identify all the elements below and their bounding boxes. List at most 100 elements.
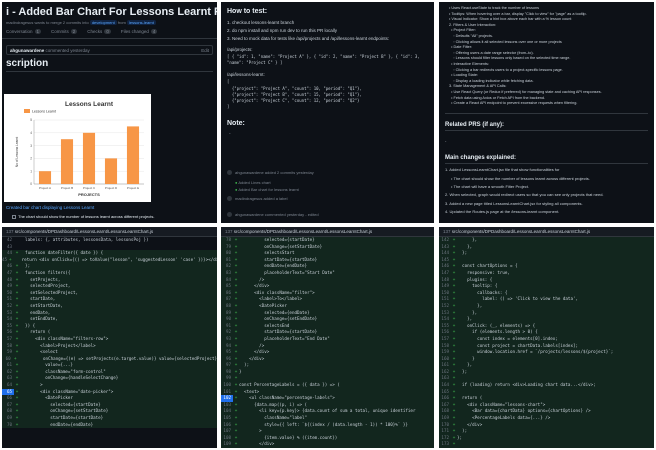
diff-line[interactable]: 172 +}; [439,434,654,442]
line-number[interactable]: 102 [221,395,233,402]
line-number[interactable]: 160 [439,356,451,363]
diff-line[interactable]: 109 + </div> [221,441,434,448]
diff-line[interactable]: 58 + <label>Project</label> [2,342,217,350]
diff-line[interactable]: 59 + <select [2,349,217,356]
line-number[interactable]: 144 [439,250,451,257]
diff-line[interactable]: 55 + }) { [2,322,217,330]
line-number[interactable]: 65 [2,388,14,396]
diff-line[interactable]: 100 + const PercentageLabels = ({ data }) … [221,382,434,389]
head-branch[interactable]: lessons-learnt [126,20,156,25]
diff-line[interactable]: 82 + endDate={endDate} [221,263,434,270]
line-number[interactable]: 169 [439,415,451,422]
line-number[interactable]: 42 [2,237,14,244]
tab-checks[interactable]: Checks 0 [87,29,111,34]
diff-line[interactable]: 155 + onClick: (_, elements) => { [439,322,654,330]
line-number[interactable]: 60 [2,356,13,363]
diff-line[interactable]: 165 + [439,388,654,396]
diff-line[interactable]: 89 + selected={endDate} [221,309,434,317]
line-number[interactable]: 153 [439,310,451,317]
diff-line[interactable]: 96 + </div> [221,355,434,363]
file-path[interactable]: src/components/DPDashboard/LessonsLearnt… [15,229,153,234]
diff-line[interactable]: 164 + if (loading) return <div>Loading ch… [439,382,654,389]
diff-line[interactable]: 142 + }, [439,237,654,244]
diff-line[interactable]: 99 + [221,375,434,383]
line-number[interactable]: 80 [221,250,233,257]
line-number[interactable]: 50 [2,290,14,297]
line-number[interactable]: 161 [439,362,451,369]
diff-line[interactable]: 149 + tooltip: { [439,283,654,290]
line-number[interactable]: 68 [2,408,14,415]
line-number[interactable]: 95 [221,349,233,356]
diff-line[interactable]: 101 + <text> [221,388,434,396]
timeline-commit-1[interactable]: ● Added Lines chart [235,180,434,185]
diff-line[interactable]: 147 + responsive: true, [439,269,654,277]
line-number[interactable]: 98 [221,369,233,376]
file-header[interactable]: 137 src/components/DPDashboard/LessonsLe… [2,227,217,237]
file-header[interactable]: 137 src/components/DPDashboard/LessonsLe… [221,227,434,237]
line-number[interactable]: 85 [221,283,233,290]
diff-line[interactable]: 169 + <PercentageLabels data={...} /> [439,415,654,422]
line-number[interactable]: 83 [221,270,233,277]
tab-commits[interactable]: Commits 2 [51,29,78,34]
line-number[interactable]: 90 [221,316,233,323]
line-number[interactable]: 172 [439,435,451,442]
line-number[interactable]: 87 [221,296,233,303]
diff-line[interactable]: 160 + } [439,355,654,363]
diff-line[interactable]: 150 + callbacks: { [439,289,654,297]
line-number[interactable]: 62 [2,369,14,376]
base-branch[interactable]: development [89,20,117,25]
diff-line[interactable]: 158 + const project = chartData.labels[in… [439,342,654,350]
diff-line[interactable]: 167 + <div className="lessons-chart"> [439,401,654,409]
line-number[interactable]: 67 [2,402,14,409]
avatar[interactable] [227,212,232,218]
diff-line[interactable]: 61 + value={...} [2,362,217,369]
line-number[interactable]: 48 [2,277,14,284]
line-number[interactable]: 55 [2,323,14,330]
line-number[interactable]: 103 [221,402,233,409]
avatar[interactable] [227,170,232,176]
diff-line[interactable]: 104 + <li key={p.key}> {data.count of sum… [221,408,434,416]
tab-files-changed[interactable]: Files changed 4 [121,29,158,34]
line-number[interactable]: 97 [221,362,233,369]
line-number[interactable]: 43 [2,244,14,251]
diff-line[interactable]: 102 + <ul className="percentage-labels"> [221,395,434,402]
line-number[interactable]: 46 [2,263,14,270]
line-number[interactable]: 168 [439,408,451,415]
line-number[interactable]: 145 [439,257,451,264]
diff-line[interactable]: 91 + selectsEnd [221,322,434,330]
line-number[interactable]: 163 [439,375,451,382]
diff-line[interactable]: 85 + </div> [221,283,434,290]
diff-line[interactable]: 105 + className="label" [221,415,434,422]
line-number[interactable]: 150 [439,290,451,297]
line-number[interactable]: 49 [2,283,14,290]
line-number[interactable]: 173 [439,441,451,448]
diff-line[interactable]: 163 + [439,375,654,383]
diff-line[interactable]: 171 + ); [439,428,654,435]
diff-line[interactable]: 68 + onChange={setStartDate} [2,408,217,416]
line-number[interactable]: 155 [439,323,451,330]
line-number[interactable]: 157 [439,336,451,343]
diff-line[interactable]: 62 + className="form-control" [2,368,217,376]
line-number[interactable]: 45 [2,257,9,264]
line-number[interactable]: 104 [221,408,233,415]
line-number[interactable]: 81 [221,257,233,264]
line-number[interactable]: 167 [439,402,451,409]
line-number[interactable]: 109 [221,441,233,448]
commit-1-message[interactable]: Added Lines chart [238,180,270,185]
diff-line[interactable]: 56 + return ( [2,329,217,336]
diff-line[interactable]: 145 + [439,256,654,264]
line-number[interactable]: 63 [2,375,14,382]
diff-line[interactable]: 43 [2,244,217,251]
diff-line[interactable]: 54 + setEndDate, [2,316,217,323]
diff-line[interactable]: 84 + /> [221,276,434,284]
line-number[interactable]: 56 [2,329,14,336]
commit-2-message[interactable]: Added Bar chart for lessons learnt [238,187,298,192]
line-number[interactable]: 47 [2,270,14,277]
diff-line[interactable]: 49 + selectedProject, [2,283,217,290]
line-number[interactable]: 86 [221,290,233,297]
line-number[interactable]: 57 [2,336,14,343]
line-number[interactable]: 166 [439,395,451,402]
line-number[interactable]: 89 [221,310,233,317]
diff-line[interactable]: 88 + <DatePicker [221,302,434,310]
diff-line[interactable]: 50 + setSelectedProject, [2,289,217,297]
